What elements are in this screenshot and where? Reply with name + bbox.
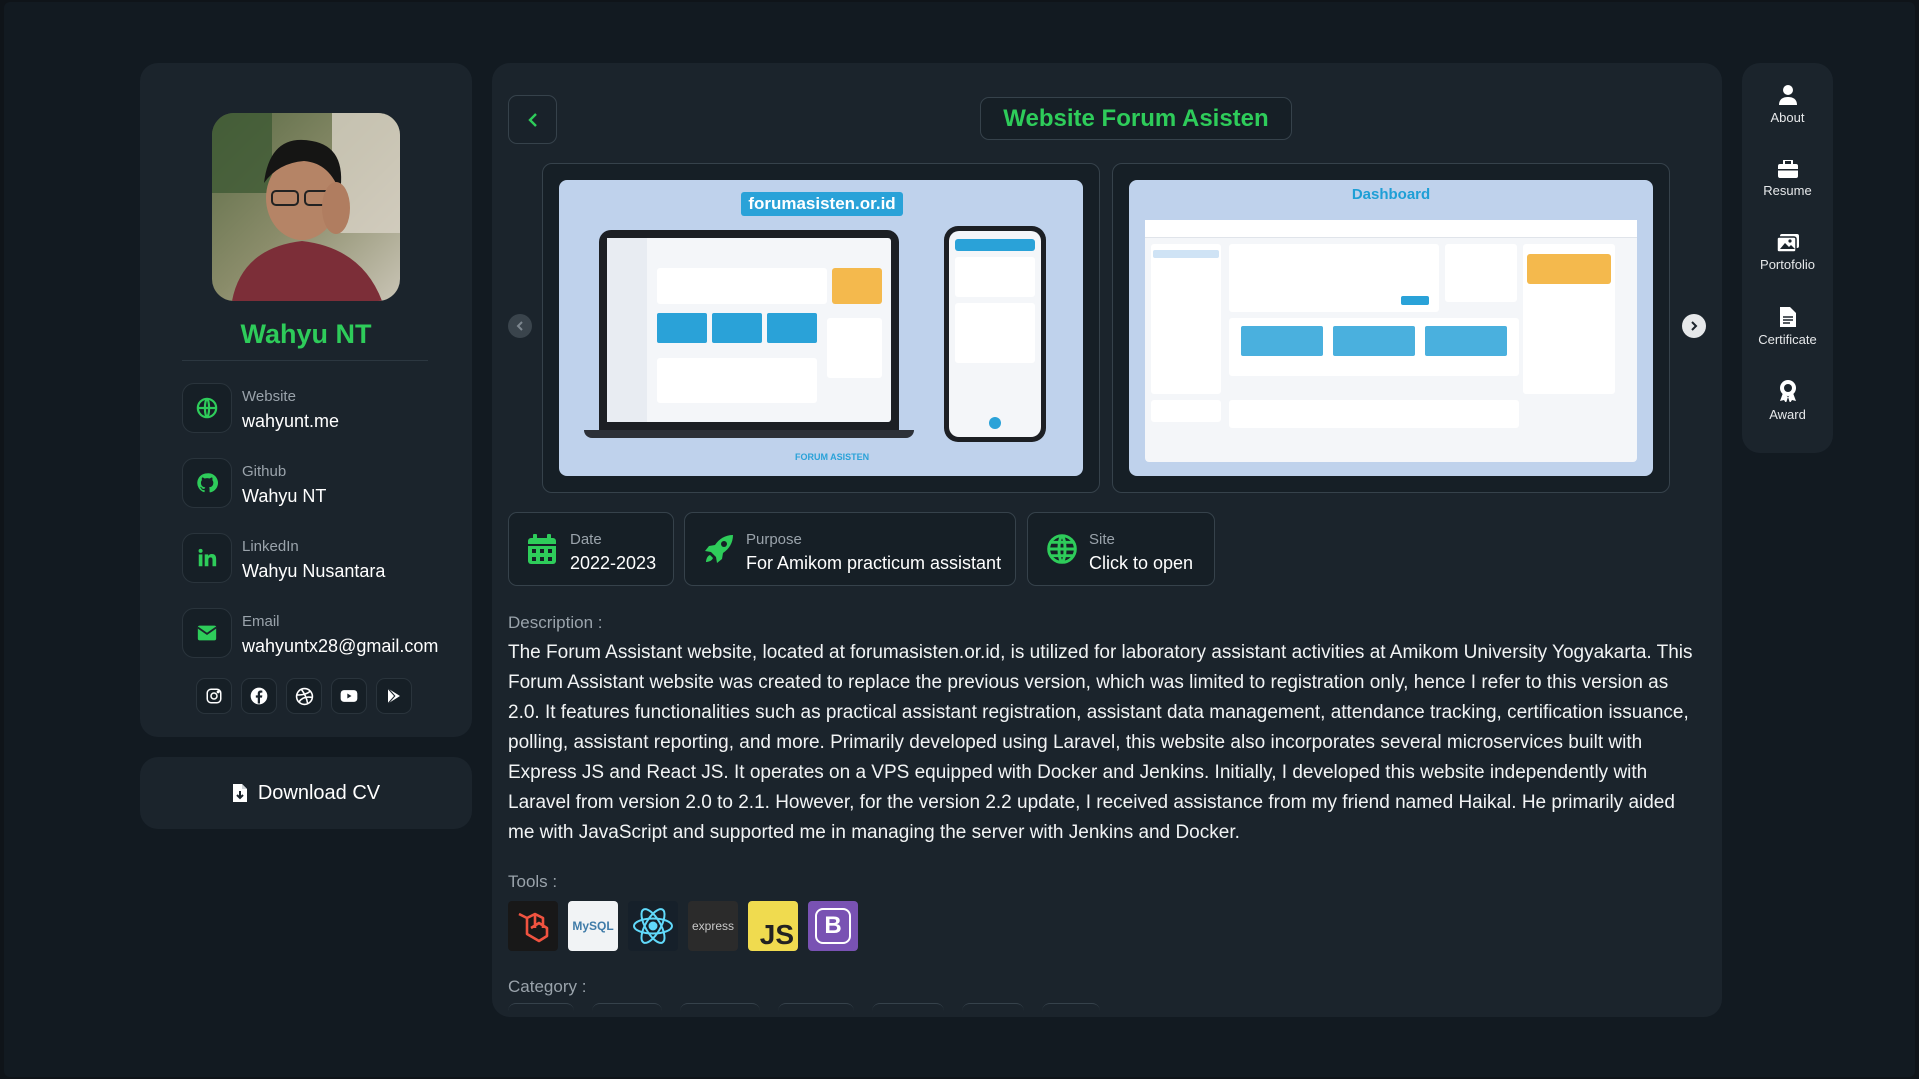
contact-linkedin[interactable]: LinkedIn Wahyu Nusantara [182, 533, 452, 583]
info-label: Purpose [746, 531, 802, 548]
description-label: Description : [508, 613, 603, 632]
nav-label: Portofolio [1760, 257, 1815, 272]
carousel-next-button[interactable] [1682, 314, 1706, 338]
contact-value[interactable]: wahyuntx28@gmail.com [242, 636, 438, 657]
globe-icon [1046, 533, 1078, 570]
youtube-icon[interactable] [331, 678, 367, 714]
linkedin-icon [182, 533, 232, 583]
slide-footer-logo: FORUM ASISTEN [795, 452, 870, 462]
carousel-prev-button[interactable] [508, 314, 532, 338]
nav-resume[interactable]: Resume [1742, 149, 1833, 209]
nav-label: About [1770, 110, 1805, 125]
phone-mockup [944, 226, 1046, 442]
side-nav: About Resume Portofolio Certificate Awar… [1742, 63, 1833, 453]
contact-email[interactable]: Email wahyuntx28@gmail.com [182, 608, 452, 658]
award-icon [1779, 380, 1796, 402]
nav-label: Certificate [1758, 332, 1817, 347]
category-chip[interactable] [962, 1003, 1024, 1017]
javascript-icon: JS [748, 901, 798, 951]
mysql-icon: MySQL [568, 901, 618, 951]
info-site[interactable]: Site Click to open [1027, 512, 1215, 586]
download-cv-button[interactable]: Download CV [140, 757, 472, 829]
react-icon [628, 901, 678, 951]
project-detail-panel: Website Forum Asisten forumasisten.or.id [492, 63, 1722, 1017]
file-download-icon [232, 784, 247, 802]
user-icon [1778, 85, 1797, 105]
carousel-slide[interactable]: forumasisten.or.id FORUM ASISTEN [542, 163, 1100, 493]
divider [182, 360, 428, 361]
email-icon [182, 608, 232, 658]
category-list [508, 1003, 1100, 1017]
info-label: Site [1089, 531, 1115, 548]
instagram-icon[interactable] [196, 678, 232, 714]
express-icon: express [688, 901, 738, 951]
info-date: Date 2022-2023 [508, 512, 674, 586]
category-chip[interactable] [592, 1003, 662, 1017]
site-link[interactable]: Click to open [1089, 553, 1193, 574]
images-icon [1776, 234, 1799, 252]
chevron-left-icon [516, 321, 523, 331]
description-text: The Forum Assistant website, located at … [508, 642, 1693, 843]
play-store-icon[interactable] [376, 678, 412, 714]
carousel-slide[interactable]: Dashboard [1112, 163, 1670, 493]
slide-caption: Dashboard [1351, 186, 1431, 203]
info-label: Date [570, 531, 602, 548]
facebook-icon[interactable] [241, 678, 277, 714]
contact-label: LinkedIn [242, 538, 299, 555]
contact-label: Email [242, 613, 280, 630]
nav-certificate[interactable]: Certificate [1742, 297, 1833, 357]
file-icon [1779, 307, 1796, 327]
chevron-right-icon [1691, 321, 1698, 331]
chevron-left-icon [527, 112, 537, 127]
contact-label: Github [242, 463, 287, 480]
back-button[interactable] [508, 95, 557, 144]
info-purpose: Purpose For Amikom practicum assistant [684, 512, 1016, 586]
calendar-icon [527, 533, 557, 570]
category-chip[interactable] [778, 1003, 854, 1017]
dashboard-mockup [1145, 220, 1637, 462]
tools-label: Tools : [508, 872, 558, 891]
nav-portofolio[interactable]: Portofolio [1742, 223, 1833, 283]
globe-icon [182, 383, 232, 433]
contact-value[interactable]: Wahyu NT [242, 486, 326, 507]
rocket-icon [703, 533, 735, 570]
nav-about[interactable]: About [1742, 75, 1833, 135]
profile-card: Wahyu NT Website wahyunt.me Github Wahyu… [140, 63, 472, 737]
category-label: Category : [508, 977, 587, 996]
slide-image: forumasisten.or.id FORUM ASISTEN [559, 180, 1083, 476]
contact-value[interactable]: wahyunt.me [242, 411, 339, 432]
nav-label: Resume [1763, 183, 1812, 198]
profile-name: Wahyu NT [240, 319, 372, 349]
category-chip[interactable] [680, 1003, 760, 1017]
contact-label: Website [242, 388, 296, 405]
bootstrap-letter: B [815, 908, 851, 944]
github-icon [182, 458, 232, 508]
bootstrap-icon: B [808, 901, 858, 951]
contact-github[interactable]: Github Wahyu NT [182, 458, 452, 508]
project-title: Website Forum Asisten [980, 97, 1292, 140]
dribbble-icon[interactable] [286, 678, 322, 714]
category-chip[interactable] [1042, 1003, 1100, 1017]
laptop-mockup [599, 230, 899, 430]
contact-value[interactable]: Wahyu Nusantara [242, 561, 385, 582]
info-value: 2022-2023 [570, 553, 657, 573]
nav-label: Award [1769, 407, 1806, 422]
briefcase-icon [1777, 160, 1798, 178]
contact-website[interactable]: Website wahyunt.me [182, 383, 452, 433]
social-links [196, 678, 412, 714]
nav-award[interactable]: Award [1742, 371, 1833, 431]
category-chip[interactable] [872, 1003, 944, 1017]
avatar [212, 113, 400, 301]
category-chip[interactable] [508, 1003, 574, 1017]
download-cv-label: Download CV [257, 781, 381, 804]
laravel-icon [508, 901, 558, 951]
slide-caption: forumasisten.or.id [741, 192, 903, 216]
tools-list: MySQL express JS B [508, 901, 858, 951]
info-value: For Amikom practicum assistant [746, 553, 1002, 573]
slide-image: Dashboard [1129, 180, 1653, 476]
